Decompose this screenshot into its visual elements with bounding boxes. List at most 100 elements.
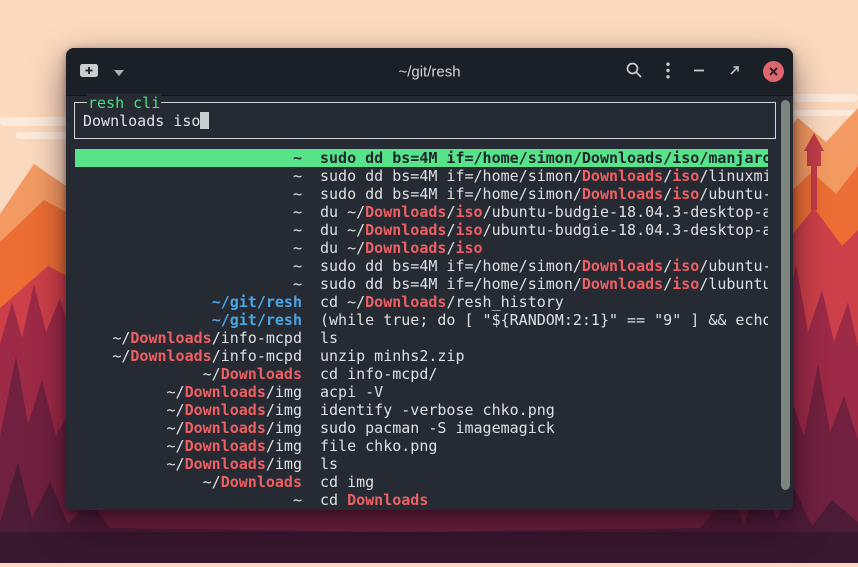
text-segment: Downloads [365, 203, 446, 221]
history-row[interactable]: ~sudo dd bs=4M if=/home/simon/Downloads/… [75, 167, 768, 185]
text-segment: sudo dd bs=4M if=/home/simon/ [320, 257, 582, 275]
history-row[interactable]: ~/git/resh cd ~/Downloads/resh_history [75, 293, 768, 311]
new-tab-button[interactable] [79, 62, 99, 82]
minimize-button[interactable] [693, 64, 705, 79]
text-segment: Downloads [185, 419, 266, 437]
text-segment: du ~/ [320, 203, 365, 221]
row-location: ~/git/resh [75, 311, 302, 329]
menu-button[interactable] [666, 62, 670, 82]
text-segment: sudo dd bs=4M if=/home/simon/Downloads/i… [320, 149, 768, 167]
row-command: ls [320, 455, 768, 473]
row-location: ~/Downloads/img [75, 437, 302, 455]
history-row[interactable]: ~ cd Downloads [75, 491, 768, 509]
text-segment: ~/ [112, 329, 130, 347]
text-segment: du ~/ [320, 221, 365, 239]
restore-button[interactable] [728, 64, 740, 79]
text-segment: (while true; do [ "${RANDOM:2:1}" == "9"… [320, 311, 768, 329]
history-row[interactable]: ~/Downloads/imgidentify -verbose chko.pn… [75, 401, 768, 419]
history-row[interactable]: ~/Downloads/info-mcpd unzip minhs2.zip [75, 347, 768, 365]
history-row[interactable]: ~/Downloadscd img [75, 473, 768, 491]
search-button[interactable] [625, 61, 643, 82]
row-command: cd info-mcpd/ [320, 365, 768, 383]
text-segment: cd img [320, 473, 374, 491]
history-row[interactable]: ~du ~/Downloads/iso/ubuntu-budgie-18.04.… [75, 203, 768, 221]
text-segment: ~ [293, 275, 302, 293]
history-row[interactable]: ~ sudo dd bs=4M if=/home/simon/Downloads/… [75, 257, 768, 275]
text-segment: Downloads [582, 167, 663, 185]
text-segment: /img [266, 383, 302, 401]
text-segment: Downloads [185, 383, 266, 401]
text-segment: ~/ [167, 383, 185, 401]
row-command: sudo dd bs=4M if=/home/simon/Downloads/i… [320, 167, 768, 185]
history-row[interactable]: ~ du ~/Downloads/iso/ubuntu-budgie-18.04.… [75, 221, 768, 239]
text-segment: Downloads [221, 365, 302, 383]
history-row[interactable]: ~/Downloads/imgsudo pacman -S imagemagic… [75, 419, 768, 437]
text-segment: acpi -V [320, 383, 383, 401]
text-segment: unzip minhs2.zip [320, 347, 465, 365]
search-icon [625, 61, 643, 82]
history-row[interactable]: ~/Downloads cd info-mcpd/ [75, 365, 768, 383]
text-segment: du ~/ [320, 239, 365, 257]
text-segment: cd [320, 491, 347, 509]
text-segment: iso [672, 275, 699, 293]
history-row[interactable]: ~sudo dd bs=4M if=/home/simon/Downloads/… [75, 185, 768, 203]
text-segment: identify -verbose chko.png [320, 401, 555, 419]
row-command: cd ~/Downloads/resh_history [320, 293, 768, 311]
history-row[interactable]: ~ sudo dd bs=4M if=/home/simon/Downloads/… [75, 149, 768, 167]
text-segment: ~ [293, 149, 302, 167]
text-segment: iso [455, 203, 482, 221]
text-segment: / [663, 275, 672, 293]
history-row[interactable]: ~ du ~/Downloads/iso [75, 239, 768, 257]
history-list: ~sudo dd bs=4M if=/home/simon/Downloads/… [66, 149, 793, 509]
row-command: du ~/Downloads/iso [320, 239, 768, 257]
row-command: sudo dd bs=4M if=/home/simon/Downloads/i… [320, 257, 768, 275]
titlebar-right-controls [625, 61, 793, 82]
text-segment: ~ [293, 491, 302, 509]
text-segment: iso [455, 239, 482, 257]
history-row[interactable]: ~/Downloads/img acpi -V [75, 383, 768, 401]
row-location: ~/Downloads/info-mcpd [75, 347, 302, 365]
row-command: unzip minhs2.zip [320, 347, 768, 365]
text-segment: ~/ [167, 401, 185, 419]
text-segment: ls [320, 329, 338, 347]
row-location: ~ [75, 257, 302, 275]
text-segment: / [663, 185, 672, 203]
text-segment: ~ [293, 203, 302, 221]
text-segment: Downloads [582, 185, 663, 203]
text-segment: ~/git/resh [212, 293, 302, 311]
close-icon [769, 64, 778, 79]
search-query-box[interactable]: resh cli Downloads iso [74, 102, 776, 139]
row-command: du ~/Downloads/iso/ubuntu-budgie-18.04.3… [320, 221, 768, 239]
history-row[interactable]: ~/Downloads/imgls [75, 455, 768, 473]
history-row[interactable]: ~/git/resh (while true; do [ "${RANDOM:2:… [75, 311, 768, 329]
query-input[interactable]: Downloads iso [83, 112, 200, 130]
text-segment: Downloads [582, 275, 663, 293]
row-command: sudo dd bs=4M if=/home/simon/Downloads/i… [320, 149, 768, 167]
history-row[interactable]: ~sudo dd bs=4M if=/home/simon/Downloads/… [75, 275, 768, 293]
text-segment: sudo pacman -S imagemagick [320, 419, 555, 437]
row-location: ~ [75, 275, 302, 293]
text-segment: ~ [293, 239, 302, 257]
text-segment: sudo dd bs=4M if=/home/simon/ [320, 185, 582, 203]
text-segment: ~/ [203, 473, 221, 491]
text-segment: ~ [293, 221, 302, 239]
scrollbar-thumb[interactable] [781, 100, 790, 490]
tab-dropdown-button[interactable] [114, 64, 124, 79]
text-segment: iso [455, 221, 482, 239]
close-button[interactable] [763, 61, 784, 82]
row-command: (while true; do [ "${RANDOM:2:1}" == "9"… [320, 311, 768, 329]
kebab-menu-icon [666, 62, 670, 82]
text-segment: /ubuntu- [699, 257, 768, 275]
text-segment: Downloads [365, 221, 446, 239]
row-location: ~ [75, 239, 302, 257]
history-row[interactable]: ~/Downloads/imgfile chko.png [75, 437, 768, 455]
row-command: cd Downloads [320, 491, 768, 509]
restore-icon [728, 64, 740, 79]
new-tab-icon [79, 62, 99, 82]
text-segment: /img [266, 401, 302, 419]
history-row[interactable]: ~/Downloads/info-mcpdls [75, 329, 768, 347]
text-segment: ~/ [167, 455, 185, 473]
row-location: ~/Downloads [75, 365, 302, 383]
text-segment: Downloads [347, 491, 428, 509]
text-segment: /info-mcpd [212, 329, 302, 347]
